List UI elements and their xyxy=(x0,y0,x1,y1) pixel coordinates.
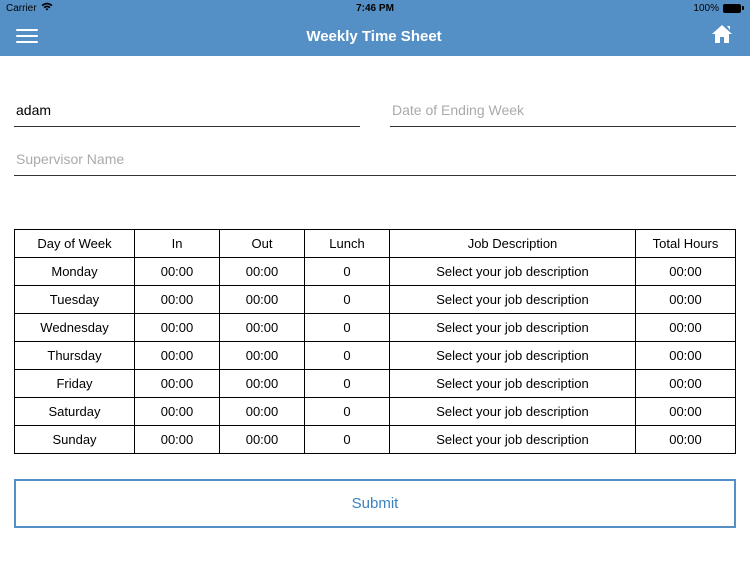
header-out: Out xyxy=(220,230,305,258)
cell-total[interactable]: 00:00 xyxy=(636,258,736,286)
cell-job[interactable]: Select your job description xyxy=(390,286,636,314)
cell-day: Saturday xyxy=(15,398,135,426)
status-time: 7:46 PM xyxy=(356,3,394,14)
cell-out[interactable]: 00:00 xyxy=(220,342,305,370)
name-input[interactable] xyxy=(16,102,358,118)
table-row: Wednesday00:0000:000Select your job desc… xyxy=(15,314,736,342)
cell-job[interactable]: Select your job description xyxy=(390,314,636,342)
cell-lunch[interactable]: 0 xyxy=(305,258,390,286)
cell-in[interactable]: 00:00 xyxy=(135,258,220,286)
date-field-wrapper xyxy=(390,96,736,127)
cell-job[interactable]: Select your job description xyxy=(390,398,636,426)
cell-day: Sunday xyxy=(15,426,135,454)
status-right: 100% xyxy=(693,3,744,14)
cell-lunch[interactable]: 0 xyxy=(305,426,390,454)
cell-job[interactable]: Select your job description xyxy=(390,342,636,370)
carrier-label: Carrier xyxy=(6,3,37,14)
supervisor-field-wrapper xyxy=(14,145,736,176)
supervisor-input[interactable] xyxy=(16,151,734,167)
cell-lunch[interactable]: 0 xyxy=(305,370,390,398)
content-area: Day of Week In Out Lunch Job Description… xyxy=(0,56,750,528)
cell-total[interactable]: 00:00 xyxy=(636,286,736,314)
table-row: Monday00:0000:000Select your job descrip… xyxy=(15,258,736,286)
cell-day: Friday xyxy=(15,370,135,398)
date-input[interactable] xyxy=(392,102,734,118)
cell-total[interactable]: 00:00 xyxy=(636,314,736,342)
cell-in[interactable]: 00:00 xyxy=(135,314,220,342)
cell-total[interactable]: 00:00 xyxy=(636,426,736,454)
header-day: Day of Week xyxy=(15,230,135,258)
table-row: Sunday00:0000:000Select your job descrip… xyxy=(15,426,736,454)
header-total: Total Hours xyxy=(636,230,736,258)
timesheet-table: Day of Week In Out Lunch Job Description… xyxy=(14,229,736,454)
cell-in[interactable]: 00:00 xyxy=(135,342,220,370)
cell-day: Wednesday xyxy=(15,314,135,342)
cell-out[interactable]: 00:00 xyxy=(220,398,305,426)
cell-lunch[interactable]: 0 xyxy=(305,398,390,426)
cell-day: Monday xyxy=(15,258,135,286)
cell-total[interactable]: 00:00 xyxy=(636,342,736,370)
status-left: Carrier xyxy=(6,2,53,14)
cell-lunch[interactable]: 0 xyxy=(305,314,390,342)
header-in: In xyxy=(135,230,220,258)
name-field-wrapper xyxy=(14,96,360,127)
nav-bar: Weekly Time Sheet xyxy=(0,16,750,56)
cell-job[interactable]: Select your job description xyxy=(390,258,636,286)
header-lunch: Lunch xyxy=(305,230,390,258)
home-icon[interactable] xyxy=(710,23,734,50)
cell-out[interactable]: 00:00 xyxy=(220,370,305,398)
cell-total[interactable]: 00:00 xyxy=(636,398,736,426)
status-bar: Carrier 7:46 PM 100% xyxy=(0,0,750,16)
cell-lunch[interactable]: 0 xyxy=(305,342,390,370)
submit-button[interactable]: Submit xyxy=(14,479,736,528)
cell-in[interactable]: 00:00 xyxy=(135,426,220,454)
table-header-row: Day of Week In Out Lunch Job Description… xyxy=(15,230,736,258)
cell-in[interactable]: 00:00 xyxy=(135,286,220,314)
cell-out[interactable]: 00:00 xyxy=(220,426,305,454)
cell-lunch[interactable]: 0 xyxy=(305,286,390,314)
battery-icon xyxy=(723,4,744,13)
battery-percent: 100% xyxy=(693,3,719,14)
cell-out[interactable]: 00:00 xyxy=(220,286,305,314)
header-job: Job Description xyxy=(390,230,636,258)
table-row: Tuesday00:0000:000Select your job descri… xyxy=(15,286,736,314)
cell-day: Thursday xyxy=(15,342,135,370)
cell-in[interactable]: 00:00 xyxy=(135,398,220,426)
table-row: Thursday00:0000:000Select your job descr… xyxy=(15,342,736,370)
form-fields xyxy=(14,96,736,194)
table-row: Saturday00:0000:000Select your job descr… xyxy=(15,398,736,426)
cell-out[interactable]: 00:00 xyxy=(220,314,305,342)
cell-day: Tuesday xyxy=(15,286,135,314)
table-body: Monday00:0000:000Select your job descrip… xyxy=(15,258,736,454)
table-row: Friday00:0000:000Select your job descrip… xyxy=(15,370,736,398)
menu-icon[interactable] xyxy=(16,29,38,43)
wifi-icon xyxy=(41,2,53,14)
cell-job[interactable]: Select your job description xyxy=(390,426,636,454)
cell-total[interactable]: 00:00 xyxy=(636,370,736,398)
cell-job[interactable]: Select your job description xyxy=(390,370,636,398)
cell-out[interactable]: 00:00 xyxy=(220,258,305,286)
cell-in[interactable]: 00:00 xyxy=(135,370,220,398)
page-title: Weekly Time Sheet xyxy=(306,28,441,45)
